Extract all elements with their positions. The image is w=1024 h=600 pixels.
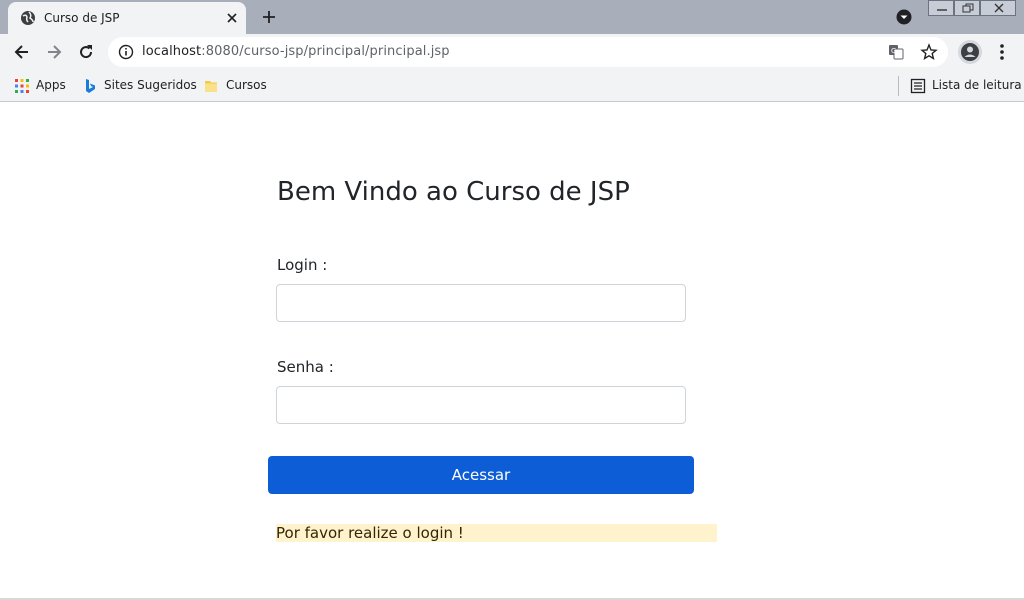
bookmark-cursos[interactable]: Cursos [204,77,270,95]
close-window-icon [994,3,1004,13]
url-text: localhost:8080/curso-jsp/principal/princ… [142,44,450,59]
bookmark-apps[interactable]: Apps [14,77,74,95]
profile-avatar[interactable] [958,40,982,64]
browser-tabstrip: Curso de JSP [0,0,1024,34]
bing-icon [86,79,95,93]
reading-list-label: Lista de leitura [932,78,1022,92]
tab-title: Curso de JSP [44,11,120,25]
bookmark-label: Sites Sugeridos [104,78,197,92]
site-info-icon[interactable] [118,44,134,60]
svg-text:G: G [891,47,896,55]
forward-arrow-icon[interactable] [44,42,64,62]
reload-icon[interactable] [76,42,96,62]
browser-tab[interactable]: Curso de JSP [8,2,246,34]
translate-icon[interactable]: G [888,44,904,60]
login-input[interactable] [276,284,686,322]
bookmark-star-icon[interactable] [920,43,938,61]
browser-toolbar: localhost:8080/curso-jsp/principal/princ… [0,34,1024,70]
address-bar[interactable]: localhost:8080/curso-jsp/principal/princ… [108,37,948,67]
bookmarks-bar: Apps Sites Sugeridos Cursos Lista de lei… [0,70,1024,102]
password-label: Senha : [277,358,334,376]
url-path: :8080/curso-jsp/principal/principal.jsp [201,44,450,59]
globe-icon [21,11,35,25]
restore-window-button[interactable] [954,0,980,16]
back-arrow-icon[interactable] [12,42,32,62]
restore-icon [962,3,974,13]
login-message: Por favor realize o login ! [276,524,717,542]
bookmark-label: Cursos [226,78,267,92]
new-tab-icon[interactable] [260,8,278,26]
reading-list-icon [910,78,926,94]
page-title: Bem Vindo ao Curso de JSP [277,177,630,207]
close-window-button[interactable] [980,0,1016,16]
bookmark-label: Apps [36,78,66,92]
minimize-window-button[interactable] [928,0,954,16]
page-content: Bem Vindo ao Curso de JSP Login : Senha … [0,103,1024,600]
close-tab-icon[interactable] [224,10,240,26]
bookmark-sites-sugeridos[interactable]: Sites Sugeridos [82,77,197,95]
password-input[interactable] [276,386,686,424]
person-icon [961,43,979,61]
url-host: localhost [142,44,202,59]
apps-grid-icon [15,79,29,93]
reading-list-button[interactable]: Lista de leitura [910,77,1022,95]
tab-search-icon[interactable] [896,9,912,25]
minimize-icon [937,9,947,11]
submit-button[interactable]: Acessar [268,456,694,494]
folder-icon [205,81,217,92]
login-label: Login : [277,256,328,274]
bookmarks-separator [898,76,899,96]
more-menu-icon[interactable] [994,42,1010,62]
